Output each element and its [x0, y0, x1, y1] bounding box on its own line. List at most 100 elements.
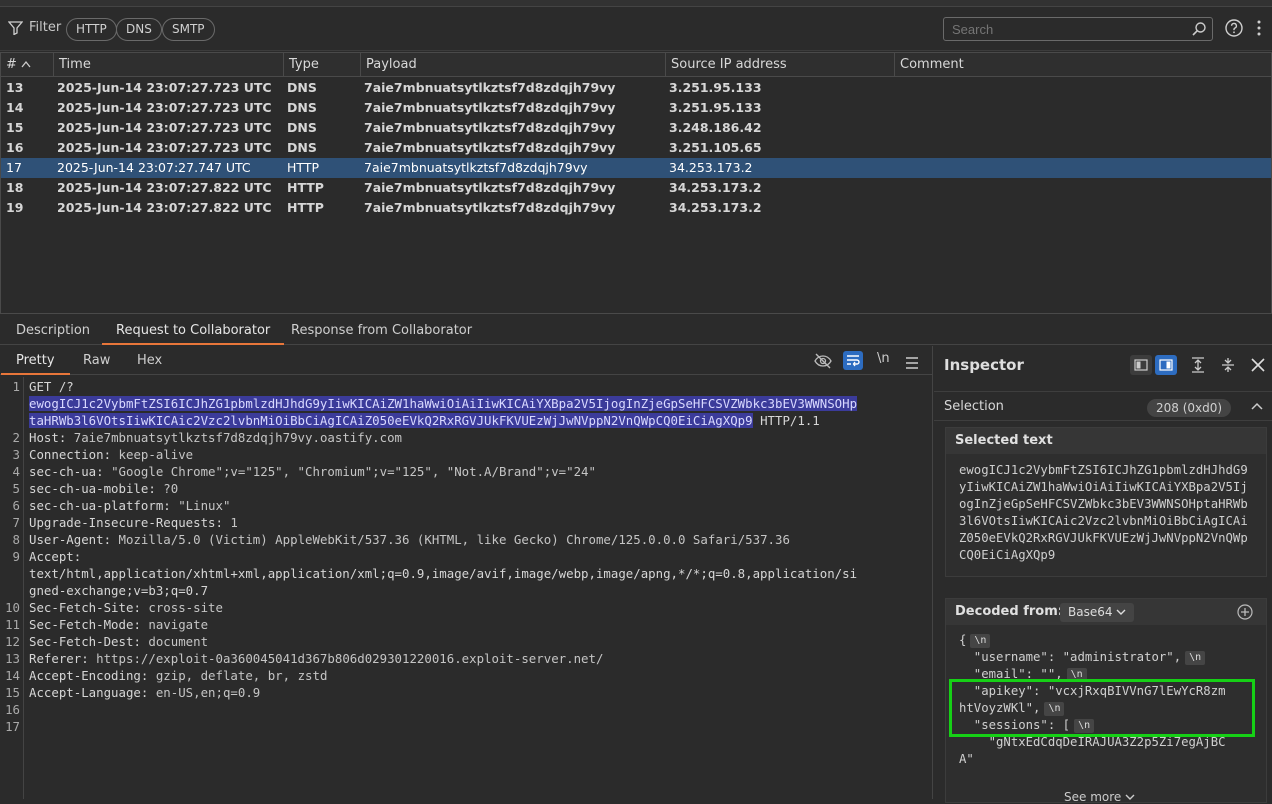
column-header-number[interactable]: # [1, 53, 54, 77]
layout-side-button[interactable] [1155, 355, 1177, 375]
show-newlines-toggle[interactable]: \n [877, 351, 890, 366]
collapse-all-icon[interactable] [1221, 357, 1235, 373]
column-header-source-ip[interactable]: Source IP address [666, 53, 895, 77]
decode-format-dropdown[interactable]: Base64 [1060, 603, 1135, 622]
header-name: Sec-Fetch-Site [29, 600, 134, 615]
newline-marker: \n [1066, 668, 1087, 682]
filter-button[interactable]: Filter [8, 20, 61, 35]
tab-raw[interactable]: Raw [68, 346, 125, 375]
cell-ip: 3.251.95.133 [669, 100, 762, 115]
table-row[interactable]: 15 2025-Jun-14 23:07:27.723 UTC DNS 7aie7mb… [1, 118, 1271, 138]
decoded-text: "gNtxEdCdqDeIRAJUA3Z2p5Zi7egAjBC [959, 735, 1226, 749]
chip-dns[interactable]: DNS [116, 18, 162, 41]
layout-list-button[interactable] [1130, 355, 1152, 375]
cell-time: 2025-Jun-14 23:07:27.723 UTC [57, 80, 272, 95]
decoded-text: "sessions": [ [959, 718, 1071, 732]
column-header-payload[interactable]: Payload [361, 53, 666, 77]
selection-row[interactable]: Selection 208 (0xd0) [934, 391, 1272, 421]
line-number: 2 [12, 430, 20, 445]
decoded-line: "gNtxEdCdqDeIRAJUA3Z2p5Zi7egAjBC [959, 735, 1226, 749]
selected-payload[interactable]: taHRWb3l6VOtsIiwKICAic2Vzc2lvbnMiOiBbCiA… [29, 413, 753, 428]
header-name: Accept-Language [29, 685, 141, 700]
header-name: sec-ch-ua [29, 464, 97, 479]
hide-non-printable-icon[interactable] [814, 352, 832, 370]
menu-icon[interactable] [905, 354, 919, 372]
code-line: Accept: [29, 549, 82, 564]
see-more-button[interactable]: See more [1064, 790, 1135, 804]
tab-description[interactable]: Description [2, 317, 104, 345]
cell-type: HTTP [287, 180, 324, 195]
selected-payload[interactable]: ewogICJ1c2VybmFtZSI6ICJhZG1pbmlzdHJhdG9y… [29, 396, 858, 411]
table-row[interactable]: 17 2025-Jun-14 23:07:27.747 UTC HTTP 7aie7m… [1, 158, 1271, 178]
column-header-type[interactable]: Type [284, 53, 361, 77]
table-row[interactable]: 16 2025-Jun-14 23:07:27.723 UTC DNS 7aie7mb… [1, 138, 1271, 158]
header-name: Accept [29, 549, 74, 564]
code-line: User-Agent: Mozilla/5.0 (Victim) AppleWe… [29, 532, 790, 547]
cell-payload: 7aie7mbnuatsytlkztsf7d8zdqjh79vy [364, 200, 616, 215]
header-name: Accept-Encoding [29, 668, 141, 683]
decoded-json[interactable]: {\n "username": "administrator", \n "emai… [946, 625, 1266, 795]
chip-http[interactable]: HTTP [66, 18, 117, 41]
tab-response-from-collaborator[interactable]: Response from Collaborator [277, 317, 486, 345]
cell-ip: 3.251.95.133 [669, 80, 762, 95]
cell-num: 15 [6, 120, 24, 135]
header-name: Upgrade-Insecure-Requests [29, 515, 216, 530]
editor-view-tabs: Pretty Raw Hex \n [0, 346, 932, 375]
line-number: 8 [12, 532, 20, 547]
line-number: 7 [12, 515, 20, 530]
line-number: 3 [12, 447, 20, 462]
line-number: 14 [5, 668, 20, 683]
cell-payload: 7aie7mbnuatsytlkztsf7d8zdqjh79vy [364, 120, 616, 135]
cell-payload: 7aie7mbnuatsytlkztsf7d8zdqjh79vy [364, 140, 616, 155]
column-header-comment[interactable]: Comment [895, 53, 1271, 77]
code-area[interactable]: 1 2 3 4 5 6 7 8 9 10 11 12 13 14 15 16 17 GET /? ewogICJ1… [0, 377, 932, 799]
filter-bar: Filter HTTP DNS SMTP [0, 7, 1272, 51]
selected-text-value[interactable]: ewogICJ1c2VybmFtZSI6ICJhZG1pbmlzdHJhdG9y… [946, 454, 1266, 572]
chip-smtp[interactable]: SMTP [162, 18, 215, 41]
search-input[interactable] [944, 18, 1179, 40]
cell-comment [898, 98, 1268, 118]
cell-comment [898, 198, 1268, 218]
cell-ip: 34.253.173.2 [669, 200, 762, 215]
wrap-lines-button[interactable] [843, 351, 863, 370]
search-icon[interactable] [1191, 21, 1207, 37]
newline-marker: \n [1074, 719, 1095, 733]
table-row[interactable]: 14 2025-Jun-14 23:07:27.723 UTC DNS 7aie7mb… [1, 98, 1271, 118]
table-row[interactable]: 19 2025-Jun-14 23:07:27.822 UTC HTTP 7aie7m… [1, 198, 1271, 218]
http-version: HTTP/1.1 [752, 413, 820, 428]
tab-request-to-collaborator[interactable]: Request to Collaborator [102, 317, 285, 345]
header-name: User-Agent [29, 532, 104, 547]
more-options-icon[interactable] [1256, 19, 1262, 37]
line-number: 16 [5, 702, 20, 717]
decoded-line: "username": "administrator", \n [959, 650, 1206, 665]
expand-all-icon[interactable] [1191, 357, 1205, 373]
table-header: # Time Type Payload Source IP address Co… [1, 53, 1271, 77]
table-row[interactable]: 13 2025-Jun-14 23:07:27.723 UTC DNS 7aie7mb… [1, 78, 1271, 98]
line-number: 4 [12, 464, 20, 479]
tab-pretty[interactable]: Pretty [1, 346, 70, 375]
decoded-text: "apikey": "vcxjRxqBIVVnG7lEwYcR8zm [959, 684, 1226, 698]
help-icon[interactable] [1225, 19, 1243, 37]
decoded-text: htVoyzWKl", [959, 701, 1041, 715]
table-row[interactable]: 18 2025-Jun-14 23:07:27.822 UTC HTTP 7aie7m… [1, 178, 1271, 198]
cell-type: DNS [287, 80, 317, 95]
cell-num: 14 [6, 100, 24, 115]
wrap-lines-icon [847, 355, 860, 367]
decoded-title: Decoded from: [955, 604, 1063, 619]
add-icon[interactable] [1237, 604, 1253, 620]
filter-label: Filter [29, 20, 62, 35]
decoded-text: "email": "", [959, 667, 1063, 681]
cell-time: 2025-Jun-14 23:07:27.747 UTC [57, 160, 251, 175]
close-icon[interactable] [1251, 358, 1265, 372]
header-name: sec-ch-ua-mobile [29, 481, 149, 496]
tab-hex[interactable]: Hex [122, 346, 177, 375]
line-number: 5 [12, 481, 20, 496]
cell-ip: 34.253.173.2 [669, 180, 762, 195]
chevron-up-icon[interactable] [1251, 402, 1263, 410]
top-strip [0, 0, 1272, 7]
line-number: 9 [12, 549, 20, 564]
cell-comment [898, 138, 1268, 158]
header-name: Sec-Fetch-Dest [29, 634, 134, 649]
column-header-time[interactable]: Time [54, 53, 284, 77]
decoded-text: A" [959, 752, 974, 766]
